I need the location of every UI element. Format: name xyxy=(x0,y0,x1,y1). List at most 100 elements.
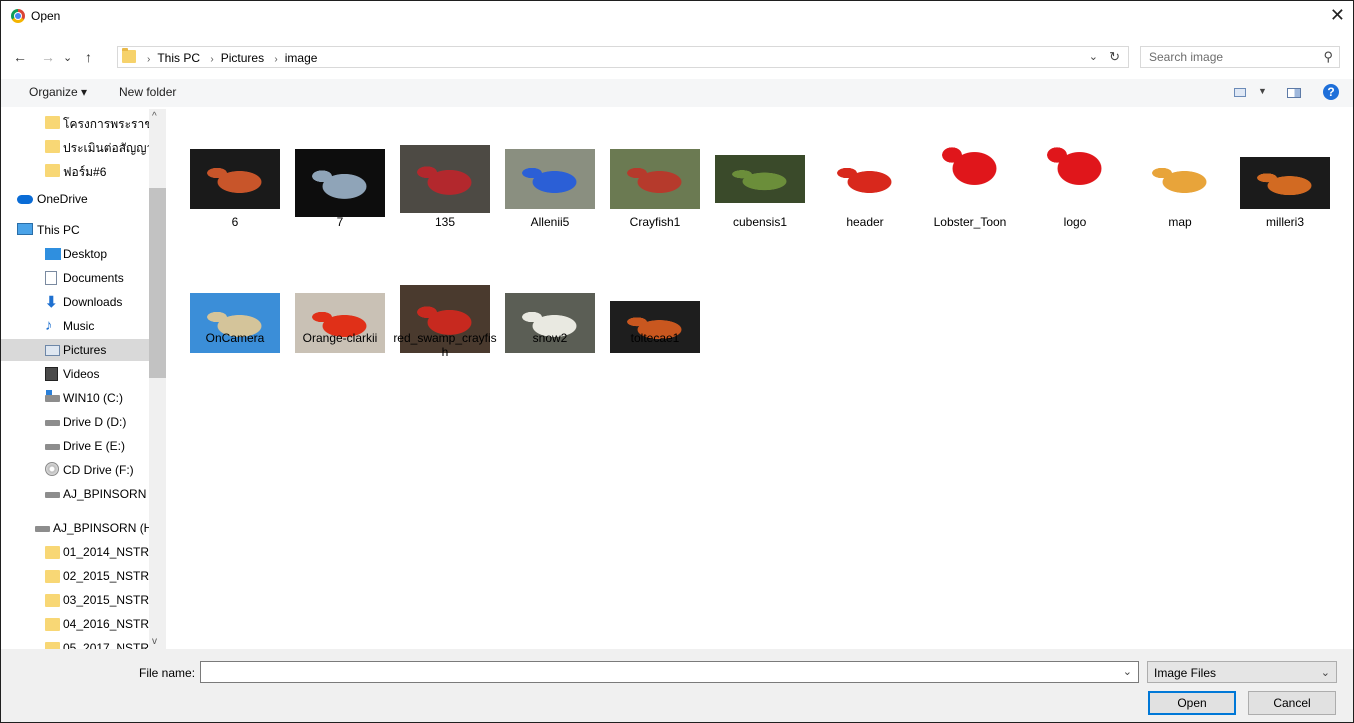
navigation-scrollbar-thumb[interactable] xyxy=(149,188,166,378)
breadcrumb: › This PC › Pictures › image xyxy=(147,51,318,65)
help-icon[interactable]: ? xyxy=(1323,84,1339,100)
folder-icon xyxy=(45,140,60,153)
sidebar-item-label: AJ_BPINSORN (H: xyxy=(53,521,149,535)
file-name-label: Allenii5 xyxy=(530,215,570,229)
sidebar-item[interactable]: โครงการพระราชดำ xyxy=(1,111,149,133)
sidebar-item[interactable]: This PC xyxy=(1,219,149,241)
address-bar[interactable]: › This PC › Pictures › image ⌄ ↻ xyxy=(117,46,1129,68)
close-icon[interactable]: ✕ xyxy=(1330,5,1345,26)
image-thumbnail xyxy=(1240,157,1330,209)
search-box[interactable]: ⚲ xyxy=(1140,46,1340,68)
sidebar-item-label: WIN10 (C:) xyxy=(63,391,123,405)
sidebar-item-label: 04_2016_NSTRU xyxy=(63,617,149,631)
back-arrow-icon[interactable]: ← xyxy=(13,49,27,65)
sidebar-item-label: 02_2015_NSTRU_ xyxy=(63,569,149,583)
image-thumbnail xyxy=(820,149,910,209)
file-name-label: map xyxy=(1168,215,1192,229)
sidebar-item[interactable]: OneDrive xyxy=(1,188,149,210)
sidebar-item[interactable]: WIN10 (C:) xyxy=(1,387,149,409)
sidebar-item[interactable]: ฟอร์ม#6 xyxy=(1,159,149,181)
organize-button[interactable]: Organize ▾ xyxy=(29,85,87,99)
file-name-label: File name: xyxy=(139,666,196,680)
sidebar-item[interactable]: 03_2015_NSTRU_ xyxy=(1,589,149,611)
sidebar-item-label: This PC xyxy=(37,223,80,237)
sidebar-item[interactable]: Pictures xyxy=(1,339,149,361)
sidebar-item[interactable]: 01_2014_NSTRU_ xyxy=(1,541,149,563)
sidebar-item[interactable]: Documents xyxy=(1,267,149,289)
sidebar-item[interactable]: ประเมินต่อสัญญาอา xyxy=(1,135,149,157)
open-button[interactable]: Open xyxy=(1148,691,1236,715)
search-icon[interactable]: ⚲ xyxy=(1323,49,1333,65)
up-arrow-icon[interactable]: ↑ xyxy=(85,49,92,65)
image-thumbnail xyxy=(925,119,1015,209)
recent-locations-chevron-icon[interactable]: ⌄ xyxy=(63,51,72,64)
view-options-chevron-icon[interactable]: ▼ xyxy=(1258,86,1267,96)
file-name-field[interactable]: ⌄ xyxy=(200,661,1139,683)
folder-icon xyxy=(45,546,60,559)
sidebar-item[interactable]: Drive D (D:) xyxy=(1,411,149,433)
file-name-label: Crayfish1 xyxy=(629,215,681,229)
file-name-chevron-icon[interactable]: ⌄ xyxy=(1123,665,1132,678)
sidebar-item-label: Desktop xyxy=(63,247,108,261)
sidebar-item-label: OneDrive xyxy=(37,192,88,206)
sidebar-item[interactable]: CD Drive (F:) xyxy=(1,459,149,481)
sidebar-item[interactable]: 04_2016_NSTRU xyxy=(1,613,149,635)
folder-icon xyxy=(45,594,60,607)
chevron-down-icon: ⌄ xyxy=(1320,667,1330,679)
drive-icon xyxy=(45,492,60,498)
folder-icon xyxy=(45,618,60,631)
sidebar-item-label: โครงการพระราชดำ xyxy=(63,117,149,131)
forward-arrow-icon[interactable]: → xyxy=(41,49,55,65)
file-name-input[interactable] xyxy=(201,662,1119,682)
image-thumbnail xyxy=(1030,119,1120,209)
chevron-down-icon[interactable]: ⌄ xyxy=(1089,50,1098,63)
image-thumbnail xyxy=(610,301,700,353)
new-folder-button[interactable]: New folder xyxy=(119,85,176,99)
sidebar-item-label: CD Drive (F:) xyxy=(63,463,134,477)
sidebar-item-label: Music xyxy=(63,319,95,333)
computer-icon xyxy=(17,223,33,235)
sidebar-item-label: Videos xyxy=(63,367,100,381)
image-thumbnail xyxy=(715,155,805,203)
folder-icon xyxy=(45,116,60,129)
refresh-icon[interactable]: ↻ xyxy=(1109,49,1120,65)
breadcrumb-image[interactable]: image xyxy=(285,51,318,65)
file-name-label: snow2 xyxy=(532,331,568,345)
breadcrumb-pictures[interactable]: Pictures xyxy=(221,51,264,65)
sidebar-item[interactable]: Desktop xyxy=(1,243,149,265)
file-name-label: Orange-clarkii xyxy=(302,331,378,345)
image-thumbnail xyxy=(400,145,490,213)
toolbar: Organize ▾ New folder ▼ ? xyxy=(1,79,1353,107)
drive-icon xyxy=(35,526,50,532)
file-name-label: header xyxy=(846,215,884,229)
sidebar-item[interactable]: AJ_BPINSORN (H xyxy=(1,483,149,505)
pictures-icon xyxy=(45,345,60,356)
change-view-icon[interactable] xyxy=(1234,88,1246,97)
breadcrumb-this-pc[interactable]: This PC xyxy=(157,51,200,65)
image-thumbnail xyxy=(1135,149,1225,209)
sidebar-item[interactable]: 02_2015_NSTRU_ xyxy=(1,565,149,587)
cancel-button[interactable]: Cancel xyxy=(1248,691,1336,715)
title-bar: Open ✕ xyxy=(1,1,1353,31)
scroll-down-icon[interactable]: v xyxy=(152,636,157,647)
search-input[interactable] xyxy=(1141,47,1327,67)
preview-pane-icon[interactable] xyxy=(1287,88,1301,98)
file-type-value: Image Files xyxy=(1154,666,1217,680)
folder-icon xyxy=(45,570,60,583)
sidebar-item[interactable]: Videos xyxy=(1,363,149,385)
sidebar-item[interactable]: 05_2017_NSTRU xyxy=(1,637,149,649)
documents-icon xyxy=(45,271,57,285)
sidebar-item[interactable]: Drive E (E:) xyxy=(1,435,149,457)
file-name-label: cubensis1 xyxy=(732,215,788,229)
open-file-dialog: Open ✕ ← → ⌄ ↑ › This PC › Pictures › image… xyxy=(0,0,1354,723)
sidebar-item[interactable]: ⬇ Downloads xyxy=(1,291,149,313)
sidebar-item[interactable]: ♪ Music xyxy=(1,315,149,337)
sidebar-item-label: ประเมินต่อสัญญาอา xyxy=(63,141,149,155)
file-name-label: OnCamera xyxy=(205,331,265,345)
chrome-app-icon xyxy=(11,9,25,23)
sidebar-item[interactable]: AJ_BPINSORN (H: xyxy=(1,517,149,539)
scroll-up-icon[interactable]: ^ xyxy=(152,111,157,122)
file-type-select[interactable]: Image Files ⌄ xyxy=(1147,661,1337,683)
file-name-label: Lobster_Toon xyxy=(933,215,1007,229)
sidebar-item-label: 01_2014_NSTRU_ xyxy=(63,545,149,559)
